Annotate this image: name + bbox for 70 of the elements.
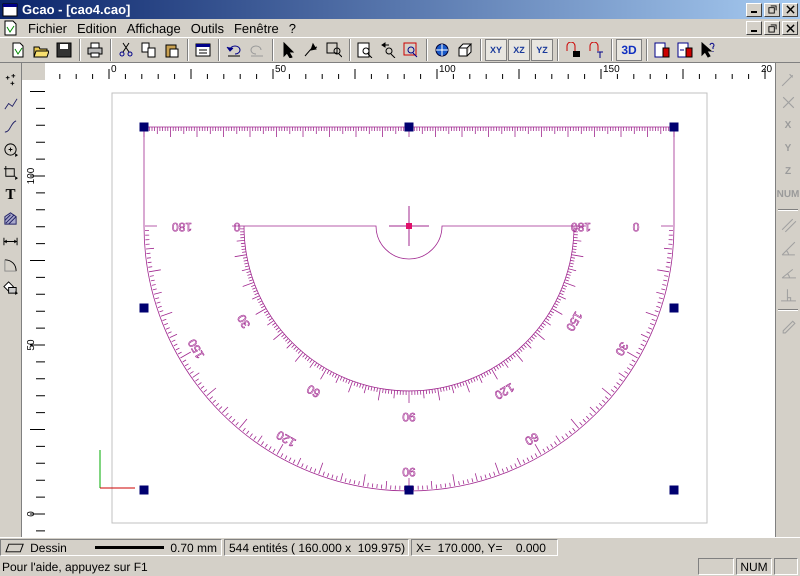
scale-label: 0 bbox=[234, 220, 240, 234]
ruler-label: 50 bbox=[275, 64, 286, 76]
document-icon[interactable] bbox=[2, 20, 18, 36]
close-icon bbox=[786, 24, 794, 33]
selection-handle[interactable] bbox=[140, 486, 148, 495]
selection-handle[interactable] bbox=[404, 486, 414, 495]
status-indicator bbox=[774, 558, 798, 576]
selection-handle[interactable] bbox=[140, 122, 148, 132]
scale-label: 90 bbox=[402, 464, 416, 479]
menu-item[interactable]: Fenêtre bbox=[230, 20, 283, 36]
view-plane-button[interactable]: XZ bbox=[508, 38, 530, 61]
cursor-coordinates: X= 170.000, Y= 0.000 bbox=[416, 540, 546, 555]
close-button[interactable] bbox=[782, 2, 798, 17]
menu-item[interactable]: Outils bbox=[186, 20, 228, 36]
restore-button[interactable] bbox=[764, 21, 780, 36]
text-tool-button[interactable]: T bbox=[1, 186, 20, 206]
scale-label: 30 bbox=[234, 312, 254, 331]
minimize-icon bbox=[751, 11, 757, 14]
scale-label: 0 bbox=[632, 220, 640, 234]
close-button[interactable] bbox=[782, 21, 798, 36]
selection-handle[interactable] bbox=[670, 486, 678, 495]
window-icon bbox=[2, 2, 18, 18]
axis-indicator-icon bbox=[100, 450, 136, 489]
layer-icon bbox=[5, 542, 24, 553]
layer-name: Dessin bbox=[30, 540, 68, 555]
ruler-label: 100 bbox=[439, 64, 456, 76]
window-title: Gcao - [cao4.cao] bbox=[22, 2, 130, 18]
minimize-icon bbox=[751, 30, 757, 32]
scale-label: 180 bbox=[172, 220, 192, 234]
restore-icon bbox=[768, 24, 776, 33]
scale-label: 30 bbox=[612, 340, 632, 358]
ruler-label: 20 bbox=[761, 64, 772, 76]
entity-count: 544 entités ( 160.000 x 109.975) bbox=[229, 540, 406, 555]
3d-view-button[interactable]: 3D bbox=[616, 38, 642, 61]
scale-label: 90 bbox=[402, 410, 416, 424]
status-indicator bbox=[698, 558, 734, 576]
protractor-outline[interactable] bbox=[144, 126, 674, 491]
minimize-button[interactable] bbox=[746, 21, 762, 36]
scale-label: 180 bbox=[570, 220, 592, 234]
scale-label: 150 bbox=[185, 336, 208, 362]
menu-item[interactable]: Affichage bbox=[122, 20, 185, 36]
ruler-label: 50 bbox=[26, 340, 37, 351]
selection-handle[interactable] bbox=[670, 122, 678, 132]
selection-handle[interactable] bbox=[404, 122, 414, 132]
ruler-label: 0 bbox=[111, 64, 117, 76]
close-icon bbox=[786, 5, 794, 14]
scale-label: 120 bbox=[274, 428, 298, 450]
view-plane-button[interactable]: XY bbox=[485, 38, 507, 61]
scale-label: 120 bbox=[492, 380, 517, 402]
line-width-sample bbox=[95, 546, 164, 550]
selection-handle[interactable] bbox=[670, 304, 678, 313]
view-plane-button[interactable]: YZ bbox=[531, 38, 553, 61]
num-lock-indicator: NUM bbox=[736, 558, 772, 576]
menu-item[interactable]: Edition bbox=[73, 20, 121, 36]
selection-handle[interactable] bbox=[140, 304, 148, 313]
menu-item[interactable]: ? bbox=[284, 20, 300, 36]
ruler-label: 0 bbox=[26, 511, 37, 517]
line-width-value: 0.70 mm bbox=[170, 540, 217, 555]
help-text: Pour l'aide, appuyez sur F1 bbox=[2, 560, 149, 574]
crosshair-marker bbox=[388, 206, 430, 247]
scale-label: 60 bbox=[304, 382, 323, 401]
drawing-canvas[interactable]: 180 150 120 90 60 30 0 0 30 60 90 120 150 180 bbox=[45, 80, 775, 538]
minimize-button[interactable] bbox=[746, 2, 762, 17]
ruler-label: 100 bbox=[26, 168, 37, 184]
menu-item[interactable]: Fichier bbox=[24, 20, 72, 36]
scale-label: 60 bbox=[522, 430, 542, 448]
restore-button[interactable] bbox=[764, 2, 780, 17]
ruler-label: 150 bbox=[603, 64, 620, 76]
restore-icon bbox=[768, 5, 776, 14]
scale-label: 150 bbox=[563, 309, 586, 334]
